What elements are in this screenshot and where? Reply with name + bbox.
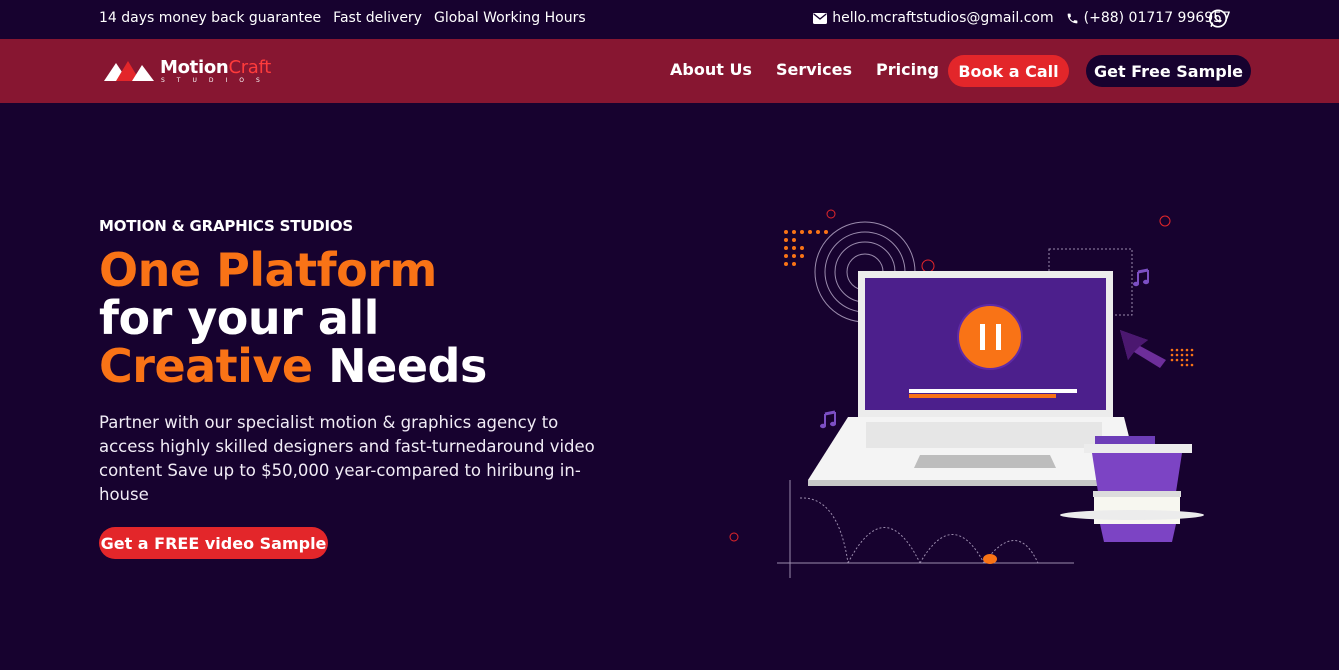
book-call-button[interactable]: Book a Call <box>948 55 1069 87</box>
nav-pricing[interactable]: Pricing <box>876 60 939 79</box>
bouncing-ball <box>983 554 997 564</box>
laptop-icon <box>808 271 1140 486</box>
hero-title-rest: Needs <box>328 339 487 393</box>
top-bar-contact: hello.mcraftstudios@gmail.com (+88) 0171… <box>813 10 1231 26</box>
free-video-sample-button[interactable]: Get a FREE video Sample <box>99 527 328 559</box>
fast-delivery-text: Fast delivery <box>333 10 422 26</box>
money-back-text: 14 days money back guarantee <box>99 10 322 26</box>
hero-title-line1: One Platform <box>99 243 437 297</box>
brand-name-part2: Craft <box>228 57 272 78</box>
hero-description: Partner with our specialist motion & gra… <box>99 413 595 504</box>
hero-illustration <box>729 209 1204 578</box>
free-sample-button[interactable]: Get Free Sample <box>1086 55 1251 87</box>
hero-title: One Platform for your all Creative Needs <box>99 246 487 390</box>
working-hours-text: Global Working Hours <box>433 10 586 26</box>
dot-grid-right <box>1170 348 1194 367</box>
hero-tagline: MOTION & GRAPHICS STUDIOS <box>99 217 354 235</box>
brand-subtitle: STUDIOS <box>161 77 272 84</box>
nav-links: About Us Services Pricing <box>670 60 939 79</box>
hero-title-highlight: Creative <box>99 339 313 393</box>
logo-mark-icon <box>104 61 154 81</box>
phone-icon <box>1067 13 1078 23</box>
hero-title-line2: for your all <box>99 291 379 345</box>
cursor-arrow-icon <box>1120 330 1166 368</box>
bounce-graph <box>777 480 1074 578</box>
main-navbar: MotionCraft STUDIOS About Us Services Pr… <box>0 39 1339 103</box>
nav-services[interactable]: Services <box>776 60 852 79</box>
brand-name: MotionCraft <box>160 57 271 78</box>
email-text: hello.mcraftstudios@gmail.com <box>832 10 1054 26</box>
top-bar-features: 14 days money back guarantee Fast delive… <box>99 10 586 26</box>
whatsapp-icon[interactable] <box>1207 8 1229 30</box>
top-info-bar: 14 days money back guarantee Fast delive… <box>0 0 1339 39</box>
brand-logo[interactable]: MotionCraft STUDIOS <box>104 57 294 87</box>
nav-about-us[interactable]: About Us <box>670 60 752 79</box>
email-link[interactable]: hello.mcraftstudios@gmail.com <box>813 10 1054 26</box>
hero-title-line3: Creative Needs <box>99 342 487 390</box>
envelope-icon <box>813 12 828 24</box>
brand-name-part1: Motion <box>160 57 229 78</box>
